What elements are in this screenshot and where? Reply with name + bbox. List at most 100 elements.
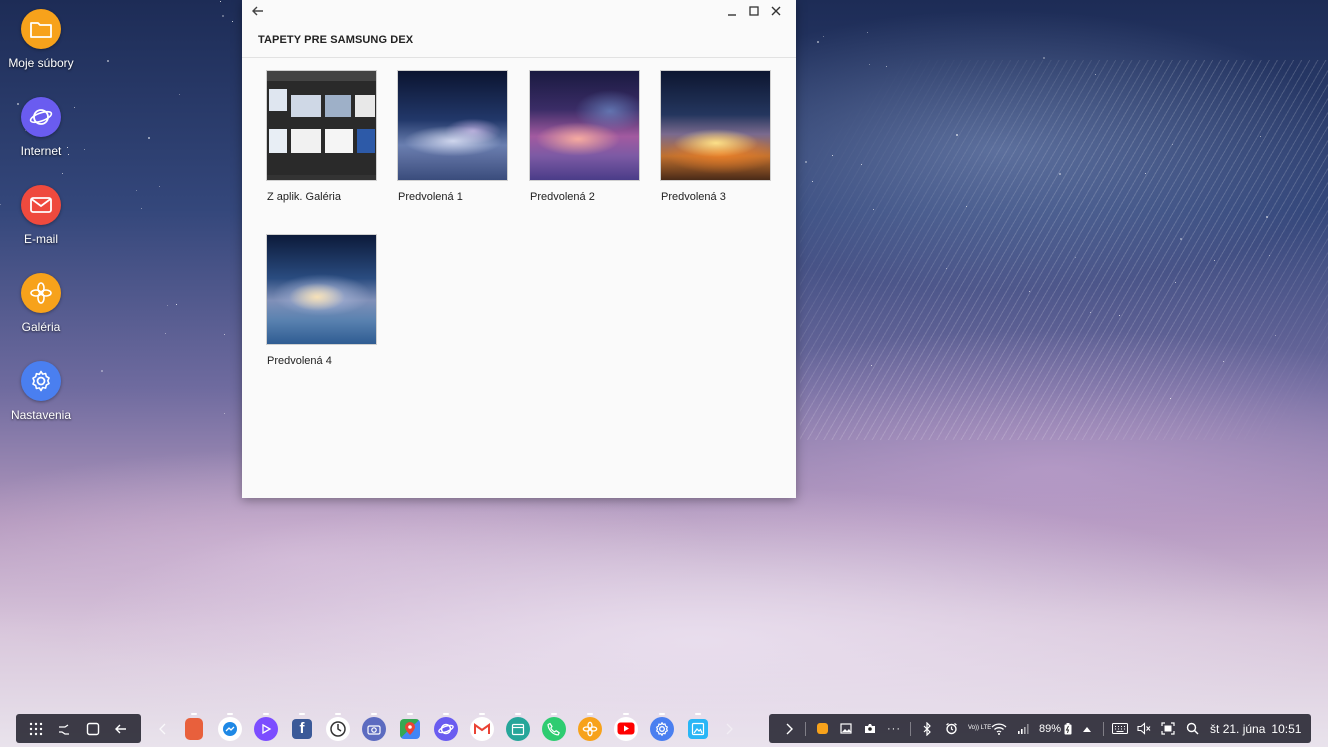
screenshot-notification-icon[interactable] xyxy=(858,717,882,741)
bluetooth-icon[interactable] xyxy=(915,717,939,741)
star xyxy=(176,304,177,305)
phone-icon xyxy=(542,716,566,741)
wallpaper-tile-default-1[interactable]: Predvolená 1 xyxy=(397,70,508,203)
taskbar-status-area: ··· Vo)) LTE 89% št 21. júna 10:51 xyxy=(769,714,1311,743)
star xyxy=(136,190,137,191)
messenger-icon xyxy=(218,716,242,741)
app-icon xyxy=(185,717,203,740)
gallery-flower-icon xyxy=(578,716,602,741)
wallpaper-thumbnail xyxy=(529,70,640,181)
star xyxy=(222,15,224,17)
taskbar-app-youtube[interactable] xyxy=(608,712,644,745)
taskbar-app-maps[interactable] xyxy=(392,712,428,745)
apps-grid-icon[interactable] xyxy=(25,718,47,740)
star xyxy=(232,21,233,22)
keyboard-icon[interactable] xyxy=(1108,717,1132,741)
battery-percentage: 89% xyxy=(1039,722,1062,735)
photo-editor-icon xyxy=(688,718,708,739)
screen-capture-icon[interactable] xyxy=(1156,717,1180,741)
alarm-icon[interactable] xyxy=(939,717,963,741)
taskbar-app-settings[interactable] xyxy=(644,712,680,745)
star xyxy=(224,334,225,335)
wifi-icon[interactable] xyxy=(987,717,1011,741)
running-indicator xyxy=(407,713,413,715)
desktop-icon-settings[interactable]: Nastavenia xyxy=(0,361,82,422)
clock-icon xyxy=(326,716,350,741)
taskbar-app-camera[interactable] xyxy=(356,712,392,745)
back-arrow-icon[interactable] xyxy=(250,3,266,19)
more-notifications-icon[interactable]: ··· xyxy=(882,717,906,741)
taskbar-apps: f xyxy=(150,712,742,745)
window-title-bar[interactable] xyxy=(242,0,796,22)
gear-icon xyxy=(650,716,674,741)
running-indicator xyxy=(191,713,197,715)
taskbar-app-gmail[interactable] xyxy=(464,712,500,745)
home-icon[interactable] xyxy=(82,718,104,740)
desktop-icon-gallery[interactable]: Galéria xyxy=(0,273,82,334)
minimize-icon[interactable] xyxy=(724,3,740,19)
taskbar-app-gallery[interactable] xyxy=(572,712,608,745)
scroll-right-chevron-icon[interactable] xyxy=(716,712,742,745)
taskbar-app-calendar[interactable] xyxy=(500,712,536,745)
running-indicator xyxy=(695,713,701,715)
back-icon[interactable] xyxy=(110,718,132,740)
close-icon[interactable] xyxy=(768,3,784,19)
search-icon[interactable] xyxy=(1180,717,1204,741)
wallpaper-streaks xyxy=(800,60,1328,440)
scroll-left-chevron-icon[interactable] xyxy=(150,712,176,745)
running-indicator xyxy=(623,713,629,715)
notification-app-icon[interactable] xyxy=(810,717,834,741)
image-notification-icon[interactable] xyxy=(834,717,858,741)
cellular-signal-icon[interactable] xyxy=(1011,717,1035,741)
volte-indicator: Vo)) LTE xyxy=(968,725,992,731)
star xyxy=(141,208,142,209)
internet-planet-icon xyxy=(434,716,458,741)
taskbar-app-clock[interactable] xyxy=(320,712,356,745)
internet-planet-icon xyxy=(21,97,61,137)
star xyxy=(148,137,150,139)
maximize-icon[interactable] xyxy=(746,3,762,19)
taskbar-app-internet[interactable] xyxy=(428,712,464,745)
camera-icon xyxy=(362,716,386,741)
wallpaper-tile-default-3[interactable]: Predvolená 3 xyxy=(660,70,771,203)
wallpaper-tile-gallery[interactable]: Z aplik. Galéria xyxy=(266,70,377,203)
running-indicator xyxy=(551,713,557,715)
date-label[interactable]: št 21. júna xyxy=(1210,722,1265,736)
star xyxy=(817,41,819,43)
star xyxy=(224,413,225,414)
desktop-icon-label: Moje súbory xyxy=(8,56,74,70)
caret-up-icon[interactable] xyxy=(1075,717,1099,741)
recent-apps-icon[interactable] xyxy=(53,718,75,740)
window-title: TAPETY PRE SAMSUNG DEX xyxy=(258,34,414,46)
star xyxy=(84,149,85,150)
expand-chevron-icon[interactable] xyxy=(777,717,801,741)
desktop-icon-my-files[interactable]: Moje súbory xyxy=(0,9,82,70)
taskbar-app-facebook[interactable]: f xyxy=(284,712,320,745)
divider xyxy=(910,721,911,736)
desktop-icon-email[interactable]: E-mail xyxy=(0,185,82,246)
wallpaper-thumbnail xyxy=(397,70,508,181)
taskbar-app-1[interactable] xyxy=(176,712,212,745)
taskbar-app-photo-editor[interactable] xyxy=(680,712,716,745)
star xyxy=(220,1,221,2)
star xyxy=(165,333,166,334)
desktop-icon-internet[interactable]: Internet xyxy=(0,97,82,158)
battery-icon[interactable] xyxy=(1061,717,1075,741)
star xyxy=(867,32,868,33)
volume-muted-icon[interactable] xyxy=(1132,717,1156,741)
wallpaper-tile-default-4[interactable]: Predvolená 4 xyxy=(266,234,377,367)
taskbar-app-messenger[interactable] xyxy=(212,712,248,745)
taskbar-app-phone[interactable] xyxy=(536,712,572,745)
star xyxy=(823,36,824,37)
taskbar-app-video[interactable] xyxy=(248,712,284,745)
wallpaper-thumbnail xyxy=(266,70,377,181)
time-label[interactable]: 10:51 xyxy=(1271,722,1301,736)
wallpaper-caption: Predvolená 1 xyxy=(398,191,463,203)
star xyxy=(101,370,103,372)
folder-icon xyxy=(21,9,61,49)
running-indicator xyxy=(371,713,377,715)
wallpaper-tile-default-2[interactable]: Predvolená 2 xyxy=(529,70,640,203)
divider xyxy=(805,721,806,736)
taskbar-navigation xyxy=(16,714,141,743)
desktop-icon-label: Nastavenia xyxy=(10,408,72,422)
